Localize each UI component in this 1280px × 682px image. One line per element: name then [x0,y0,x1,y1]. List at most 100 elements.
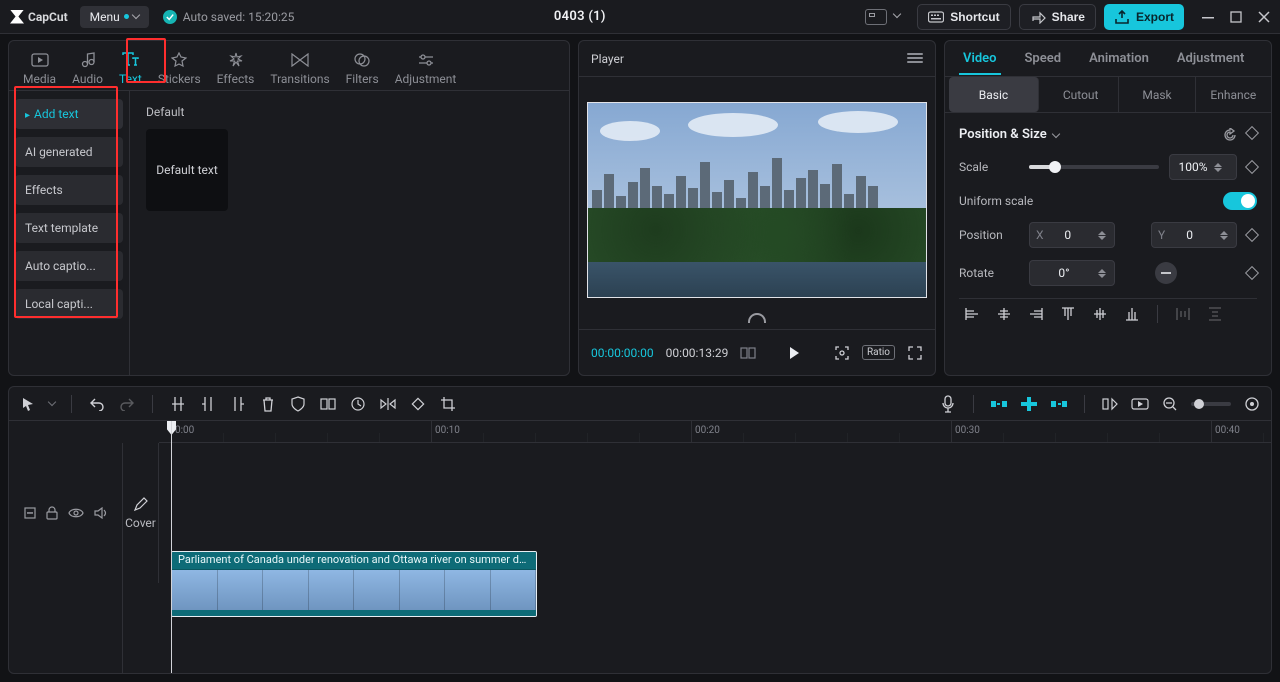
freeze-frame-icon[interactable] [319,395,337,413]
align-center-v-icon[interactable] [1091,305,1109,323]
magnet-center-icon[interactable] [1020,395,1038,413]
rotate-input[interactable]: 0° [1029,260,1115,286]
align-top-icon[interactable] [1059,305,1077,323]
share-button[interactable]: Share [1019,4,1096,30]
zoom-fit-icon[interactable] [1243,395,1261,413]
align-bottom-icon[interactable] [1123,305,1141,323]
align-left-icon[interactable] [963,305,981,323]
keyframe-icon[interactable] [1245,266,1259,280]
default-text-thumb[interactable]: Default text [146,129,228,211]
flip-icon[interactable] [1155,262,1177,284]
lock-icon[interactable] [46,506,58,520]
magnet-left-icon[interactable] [990,395,1008,413]
reset-icon[interactable] [1223,128,1237,142]
section-position-size[interactable]: Position & Size [959,127,1257,142]
sub-auto-captions[interactable]: Auto captio... [15,251,123,281]
zoom-out-icon[interactable] [1161,395,1179,413]
seg-cutout[interactable]: Cutout [1043,77,1119,112]
sub-text-template[interactable]: Text template [15,213,123,243]
menu-button[interactable]: Menu [80,6,149,28]
cover-cell[interactable]: Cover [123,443,159,583]
tracks-area[interactable]: Parliament of Canada under renovation an… [159,443,1271,673]
preview-mode-icon[interactable] [1131,395,1149,413]
layout-icon[interactable] [865,9,887,25]
keyframe-icon[interactable] [1245,228,1259,242]
default-heading: Default [146,105,553,119]
trim-left-icon[interactable] [199,395,217,413]
seg-enhance[interactable]: Enhance [1196,77,1271,112]
tab-filters[interactable]: Filters [338,45,387,90]
rotate-icon[interactable] [409,395,427,413]
fullscreen-icon[interactable] [907,345,923,361]
shortcut-button[interactable]: Shortcut [917,4,1010,30]
undo-icon[interactable] [88,395,106,413]
distribute-h-icon [1174,305,1192,323]
zoom-slider[interactable] [1191,402,1231,406]
mute-icon[interactable] [94,507,108,519]
mic-icon[interactable] [939,395,957,413]
scan-icon[interactable] [834,345,850,361]
inspector-body: Position & Size Scale 100% Uniform sc [945,113,1271,333]
top-bar: CapCut Menu Auto saved: 15:20:25 0403 (1… [0,0,1280,34]
dimension-handle-icon[interactable] [579,313,935,329]
close-button[interactable] [1258,11,1270,23]
maximize-button[interactable] [1230,11,1242,23]
position-y-input[interactable]: Y 0 [1151,222,1237,248]
library-content: Default Default text [129,91,569,375]
tab-text[interactable]: Text [111,45,150,90]
reverse-icon[interactable] [349,395,367,413]
align-right-icon[interactable] [1027,305,1045,323]
compare-icon[interactable] [740,345,756,361]
player-canvas[interactable] [587,102,927,298]
export-button[interactable]: Export [1104,4,1184,30]
keyframe-icon[interactable] [1245,160,1259,174]
tab-effects[interactable]: Effects [209,45,263,90]
sub-effects[interactable]: Effects [15,175,123,205]
track-prev-icon[interactable] [1101,395,1119,413]
shortcut-label: Shortcut [950,10,999,24]
ratio-button[interactable]: Ratio [862,345,895,360]
uniform-scale-toggle[interactable] [1223,192,1257,210]
tab-stickers[interactable]: Stickers [150,45,209,90]
tab-media[interactable]: Media [15,45,64,90]
magnet-right-icon[interactable] [1050,395,1068,413]
insp-tab-adjustment[interactable]: Adjustment [1163,43,1259,74]
app-name: CapCut [28,10,68,24]
player-menu-icon[interactable] [907,53,923,65]
sub-local-captions[interactable]: Local capti... [15,289,123,319]
align-center-h-icon[interactable] [995,305,1013,323]
trim-right-icon[interactable] [229,395,247,413]
seg-mask[interactable]: Mask [1119,77,1195,112]
eye-icon[interactable] [68,507,84,519]
sub-ai-generated[interactable]: AI generated [15,137,123,167]
mirror-icon[interactable] [379,395,397,413]
scale-input[interactable]: 100% [1169,154,1237,180]
insp-tab-animation[interactable]: Animation [1075,43,1163,74]
delete-icon[interactable] [259,395,277,413]
ruler-label: 00:10 [435,425,460,436]
split-icon[interactable] [169,395,187,413]
collapse-icon[interactable] [24,507,36,519]
play-button[interactable] [786,345,802,361]
insp-tab-video[interactable]: Video [949,43,1011,74]
seg-basic[interactable]: Basic [949,77,1039,112]
keyframe-icon[interactable] [1245,125,1259,139]
tab-transitions[interactable]: Transitions [262,45,337,90]
pencil-icon [133,496,149,512]
tab-audio[interactable]: Audio [64,45,111,90]
insp-tab-speed[interactable]: Speed [1011,43,1076,74]
select-tool-icon[interactable] [19,395,37,413]
scale-slider[interactable] [1029,165,1159,169]
video-clip[interactable]: Parliament of Canada under renovation an… [171,551,537,617]
minimize-button[interactable] [1202,11,1214,23]
timeline-ruler[interactable]: 0:0000:1000:2000:3000:40 [159,421,1271,443]
chevron-down-icon [132,11,140,19]
effects-icon [227,51,245,69]
sub-add-text[interactable]: Add text [15,99,123,129]
tab-adjustment[interactable]: Adjustment [387,45,465,90]
rotate-row: Rotate 0° [959,260,1257,286]
chevron-down-icon[interactable] [48,398,56,406]
shield-icon[interactable] [289,395,307,413]
crop-icon[interactable] [439,395,457,413]
position-x-input[interactable]: X 0 [1029,222,1115,248]
